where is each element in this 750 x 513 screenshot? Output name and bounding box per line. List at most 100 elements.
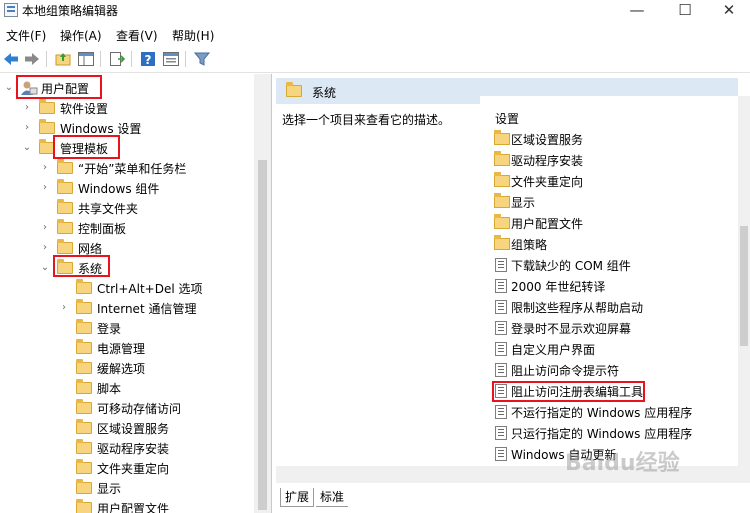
export-list-icon[interactable] <box>108 50 126 68</box>
tree-item[interactable]: 缓解选项 <box>0 358 254 378</box>
tree-item[interactable]: › Internet 通信管理 <box>0 298 254 318</box>
tree-scrollbar[interactable] <box>254 74 271 513</box>
tree-item[interactable]: › 网络 <box>0 238 254 258</box>
tree-item[interactable]: › “开始”菜单和任务栏 <box>0 158 254 178</box>
chevron-right-icon[interactable]: › <box>22 121 32 135</box>
tree-item[interactable]: 显示 <box>0 478 254 498</box>
up-folder-icon[interactable] <box>54 50 72 68</box>
tab-standard[interactable]: 标准 <box>316 488 349 507</box>
settings-item-label: 组策略 <box>511 238 548 252</box>
tree-item[interactable]: 可移动存储访问 <box>0 398 254 418</box>
policy-setting-icon <box>495 405 507 419</box>
settings-list-item[interactable]: 文件夹重定向 <box>480 170 738 191</box>
tree-label: 共享文件夹 <box>78 202 139 216</box>
settings-list-item[interactable]: 区域设置服务 <box>480 128 738 149</box>
tree-item[interactable]: › Windows 组件 <box>0 178 254 198</box>
folder-icon <box>39 119 55 134</box>
properties-icon[interactable] <box>162 50 180 68</box>
settings-list-item[interactable]: 下载缺少的 COM 组件 <box>480 254 738 275</box>
tree-item[interactable]: ⌄ 管理模板 <box>0 138 254 158</box>
tree-scrollbar-thumb[interactable] <box>258 160 267 510</box>
tree-item[interactable]: 登录 <box>0 318 254 338</box>
tree-item[interactable]: 文件夹重定向 <box>0 458 254 478</box>
folder-icon <box>39 99 55 114</box>
settings-item-label: 只运行指定的 Windows 应用程序 <box>511 427 693 441</box>
chevron-right-icon[interactable]: › <box>22 101 32 115</box>
tree-label: 控制面板 <box>78 222 127 236</box>
tree-label: 用户配置文件 <box>97 502 170 513</box>
tree-item[interactable]: 驱动程序安装 <box>0 438 254 458</box>
maximize-button[interactable]: ☐ <box>664 0 706 22</box>
tree-item[interactable]: 共享文件夹 <box>0 198 254 218</box>
settings-list-item[interactable]: 组策略 <box>480 233 738 254</box>
folder-icon <box>76 499 92 513</box>
folder-icon <box>57 179 73 194</box>
tree-item[interactable]: 区域设置服务 <box>0 418 254 438</box>
policy-setting-icon <box>495 342 507 356</box>
chevron-down-icon[interactable]: ⌄ <box>40 261 50 275</box>
settings-scrollbar-thumb[interactable] <box>740 226 748 346</box>
chevron-right-icon[interactable]: › <box>40 181 50 195</box>
tree-label: 文件夹重定向 <box>97 462 170 476</box>
chevron-right-icon[interactable]: › <box>40 221 50 235</box>
settings-item-label: 2000 年世纪转译 <box>511 280 606 294</box>
filter-icon[interactable] <box>193 50 211 68</box>
settings-scrollbar[interactable] <box>738 96 750 466</box>
settings-list-item[interactable]: 用户配置文件 <box>480 212 738 233</box>
folder-icon <box>494 235 510 250</box>
chevron-right-icon[interactable]: › <box>40 161 50 175</box>
settings-list-item[interactable]: 自定义用户界面 <box>480 338 738 359</box>
menu-action[interactable]: 操作(A) <box>60 27 102 44</box>
watermark: Baidu经验 <box>565 451 680 476</box>
settings-list-item[interactable]: 驱动程序安装 <box>480 149 738 170</box>
back-icon[interactable] <box>2 50 20 68</box>
description-text: 选择一个项目来查看它的描述。 <box>282 113 451 127</box>
settings-item-label: 下载缺少的 COM 组件 <box>511 259 631 273</box>
close-button[interactable]: ✕ <box>708 0 750 22</box>
menu-view[interactable]: 查看(V) <box>116 27 158 44</box>
tree-item[interactable]: ⌄ 系统 <box>0 258 254 278</box>
folder-icon <box>76 379 92 394</box>
tree-item[interactable]: 脚本 <box>0 378 254 398</box>
tree-label: 驱动程序安装 <box>97 442 170 456</box>
folder-icon <box>494 130 510 145</box>
tree-label: Ctrl+Alt+Del 选项 <box>97 282 203 296</box>
folder-icon <box>57 239 73 254</box>
window-title: 本地组策略编辑器 <box>22 4 119 18</box>
tree-item[interactable]: 电源管理 <box>0 338 254 358</box>
settings-item-label: 限制这些程序从帮助启动 <box>511 301 644 315</box>
folder-icon <box>76 299 92 314</box>
chevron-right-icon[interactable]: › <box>40 241 50 255</box>
show-hide-tree-icon[interactable] <box>77 50 95 68</box>
settings-list-item[interactable]: 只运行指定的 Windows 应用程序 <box>480 422 738 443</box>
help-icon[interactable]: ? <box>139 50 157 68</box>
settings-list-item[interactable]: 阻止访问命令提示符 <box>480 359 738 380</box>
settings-item-label: 自定义用户界面 <box>511 343 596 357</box>
tree-item[interactable]: › 控制面板 <box>0 218 254 238</box>
menu-file[interactable]: 文件(F) <box>6 27 46 44</box>
settings-list-item[interactable]: 不运行指定的 Windows 应用程序 <box>480 401 738 422</box>
tree-label: 区域设置服务 <box>97 422 170 436</box>
folder-icon <box>57 199 73 214</box>
minimize-button[interactable]: — <box>616 0 658 22</box>
tree-item[interactable]: › 软件设置 <box>0 98 254 118</box>
chevron-right-icon[interactable]: › <box>59 301 69 315</box>
forward-icon[interactable] <box>23 50 41 68</box>
settings-list-item[interactable]: 登录时不显示欢迎屏幕 <box>480 317 738 338</box>
folder-icon <box>494 214 510 229</box>
details-header-title: 系统 <box>312 86 337 100</box>
tab-extended[interactable]: 扩展 <box>280 488 315 507</box>
chevron-down-icon[interactable]: ⌄ <box>22 141 32 155</box>
tree-item[interactable]: Ctrl+Alt+Del 选项 <box>0 278 254 298</box>
folder-icon <box>57 219 73 234</box>
folder-icon <box>76 319 92 334</box>
highlight-box <box>53 255 110 277</box>
settings-list-item[interactable]: 显示 <box>480 191 738 212</box>
menu-help[interactable]: 帮助(H) <box>172 27 214 44</box>
settings-list-item[interactable]: 限制这些程序从帮助启动 <box>480 296 738 317</box>
tree-item[interactable]: › Windows 设置 <box>0 118 254 138</box>
tree-item[interactable]: 用户配置文件 <box>0 498 254 513</box>
settings-column-header[interactable]: 设置 <box>495 110 519 127</box>
chevron-down-icon[interactable]: ⌄ <box>4 81 14 95</box>
settings-list-item[interactable]: 2000 年世纪转译 <box>480 275 738 296</box>
